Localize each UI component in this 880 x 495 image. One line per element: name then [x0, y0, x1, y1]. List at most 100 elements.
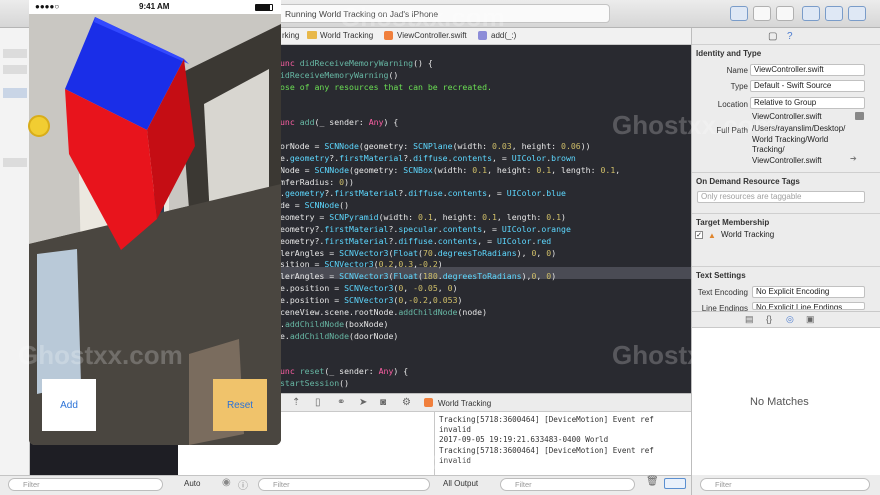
code-token: orange	[541, 223, 571, 234]
reset-button[interactable]: Reset	[213, 379, 267, 431]
code-token: SCNVector3	[339, 247, 389, 258]
code-line[interactable]: eometry = SCNPyramid(width: 0.1, height:…	[280, 212, 566, 224]
code-line[interactable]: e.position = SCNVector3(0, -0.05, 0)	[280, 283, 458, 295]
code-line[interactable]: unc didReceiveMemoryWarning() {	[280, 58, 433, 70]
media-library-icon[interactable]: ▣	[806, 314, 815, 325]
quick-help-tab-icon[interactable]: ?	[787, 31, 793, 42]
navigator-row-selected[interactable]	[3, 88, 27, 98]
eye-icon[interactable]: ◉	[222, 477, 231, 488]
code-line[interactable]: unc add(_ sender: Any) {	[280, 117, 398, 129]
code-token: )	[561, 212, 566, 223]
odr-tags-field[interactable]: Only resources are taggable	[697, 191, 865, 203]
split-view-toggle[interactable]	[664, 478, 686, 489]
code-line[interactable]: .addChildNode(boxNode)	[280, 319, 388, 331]
code-token: Any	[368, 117, 384, 128]
code-token: 0.1	[418, 212, 433, 223]
type-label: Type	[730, 82, 748, 91]
code-line[interactable]: lerAngles = SCNVector3(Float(180.degrees…	[280, 271, 556, 283]
code-token: addChildNode	[284, 318, 345, 329]
version-editor-button[interactable]	[776, 6, 794, 21]
code-token: )	[437, 259, 443, 270]
code-snippet-icon[interactable]: {}	[766, 314, 772, 324]
auto-select[interactable]: Auto	[184, 479, 200, 488]
code-token: contents	[447, 188, 488, 199]
code-token: UIColor	[511, 152, 547, 163]
toggle-utilities-button[interactable]	[848, 6, 866, 21]
navigator-row[interactable]	[3, 49, 27, 58]
code-token: addChildNode	[289, 330, 350, 341]
location-label: Location	[717, 100, 748, 109]
code-line[interactable]: mferRadius: 0))	[280, 177, 354, 189]
code-token: eometry?.	[280, 235, 325, 246]
code-line[interactable]: .geometry?.firstMaterial?.diffuse.conten…	[280, 188, 566, 200]
code-token: ?.	[403, 152, 414, 163]
code-token: 180	[422, 271, 438, 282]
code-token: diffuse	[408, 188, 443, 199]
watermark: Ghostxx.com	[612, 340, 777, 370]
code-token: degreesToRadians	[437, 247, 517, 258]
code-line[interactable]: de = SCNNode()	[280, 200, 349, 212]
reveal-arrow-icon[interactable]: ➔	[850, 154, 857, 163]
code-token: (node)	[457, 306, 488, 317]
library-filter-field[interactable]: Filter	[700, 478, 870, 491]
code-line[interactable]: idReceiveMemoryWarning()	[280, 70, 398, 82]
target-checkbox[interactable]: ✓	[695, 231, 703, 239]
name-field[interactable]: ViewController.swift	[750, 64, 865, 76]
code-line[interactable]: orNode = SCNNode(geometry: SCNPlane(widt…	[280, 141, 591, 153]
code-line[interactable]: e.geometry?.firstMaterial?.diffuse.conte…	[280, 153, 576, 165]
encoding-select[interactable]: No Explicit Encoding	[752, 286, 865, 298]
code-line[interactable]: unc reset(_ sender: Any) {	[280, 366, 408, 378]
code-token: , =	[492, 152, 512, 163]
assistant-editor-button[interactable]	[753, 6, 771, 21]
file-template-icon[interactable]: ▤	[745, 314, 754, 325]
code-line[interactable]: eometry?.firstMaterial?.diffuse.contents…	[280, 236, 551, 248]
code-token: UIColor	[496, 235, 532, 246]
code-token: , length:	[551, 164, 601, 175]
code-line[interactable]: startSession()	[280, 378, 349, 390]
code-token: (_ sender:	[324, 366, 379, 377]
code-token: 0.2	[378, 259, 394, 270]
toggle-navigator-button[interactable]	[802, 6, 820, 21]
navigator-row[interactable]	[3, 158, 27, 167]
code-token: Node =	[280, 164, 315, 175]
code-token: ?.	[324, 188, 335, 199]
toggle-debug-area-button[interactable]	[825, 6, 843, 21]
code-token: firstMaterial	[324, 223, 389, 234]
standard-editor-button[interactable]	[730, 6, 748, 21]
info-icon[interactable]: ⓘ	[238, 477, 248, 492]
code-line[interactable]: Node = SCNNode(geometry: SCNBox(width: 0…	[280, 165, 620, 177]
breadcrumb-project[interactable]: rking	[282, 31, 299, 40]
console-filter-field[interactable]: Filter	[500, 478, 635, 491]
navigator-row[interactable]	[3, 65, 27, 74]
location-icon[interactable]: ➤	[359, 397, 367, 408]
type-select[interactable]: Default - Swift Source	[750, 80, 865, 92]
trash-icon[interactable]: 🗑	[646, 476, 659, 487]
location-select[interactable]: Relative to Group	[750, 97, 865, 109]
code-line[interactable]: e.addChildNode(doorNode)	[280, 331, 398, 343]
code-line[interactable]: e.position = SCNVector3(0,-0.2,0.053)	[280, 295, 462, 307]
step-out-icon[interactable]: ⇡	[292, 397, 300, 408]
code-token: ),	[516, 247, 532, 258]
file-inspector-tab-icon[interactable]: ▢	[768, 31, 777, 42]
camera-icon[interactable]: ◙	[380, 397, 386, 408]
code-line[interactable]: ose of any resources that can be recreat…	[280, 82, 492, 94]
variables-filter-field[interactable]: Filter	[258, 478, 430, 491]
code-token: idReceiveMemoryWarning	[280, 69, 389, 80]
memory-graph-icon[interactable]: ⚭	[337, 397, 345, 408]
watermark: Ghostxx.com	[612, 110, 777, 140]
add-button[interactable]: Add	[42, 379, 96, 431]
code-token: ) {	[383, 117, 399, 128]
code-token: Float	[393, 271, 419, 282]
output-select[interactable]: All Output	[443, 479, 478, 488]
code-line[interactable]: sition = SCNVector3(0.2,0.3,-0.2)	[280, 259, 443, 271]
code-line[interactable]: eometry?.firstMaterial?.specular.content…	[280, 224, 571, 236]
gear-icon[interactable]: ⚙	[402, 397, 411, 408]
line-endings-select[interactable]: No Explicit Line Endings	[752, 302, 865, 310]
view-debugger-icon[interactable]: ▯	[315, 397, 321, 408]
folder-icon[interactable]	[855, 112, 864, 120]
code-line[interactable]: ceneView.scene.rootNode.addChildNode(nod…	[280, 307, 487, 319]
code-lines[interactable]: unc didReceiveMemoryWarning() {idReceive…	[280, 58, 691, 388]
navigator-filter-field[interactable]: Filter	[8, 478, 163, 491]
code-line[interactable]: lerAngles = SCNVector3(Float(70.degreesT…	[280, 248, 556, 260]
object-library-icon[interactable]: ◎	[786, 314, 794, 325]
